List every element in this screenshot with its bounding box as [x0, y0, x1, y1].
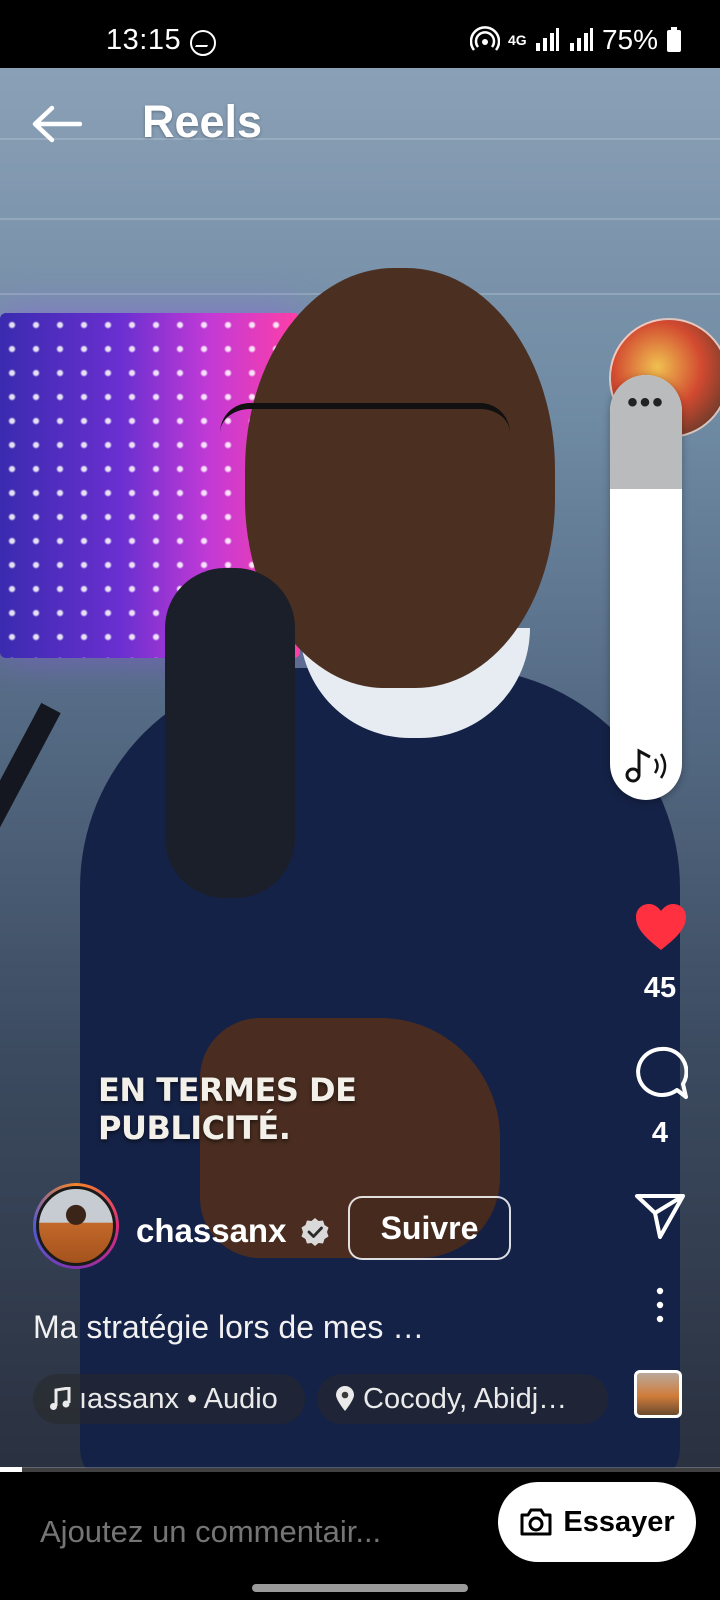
- comment-bar: Essayer: [0, 1472, 720, 1600]
- audio-thumbnail[interactable]: [634, 1370, 682, 1418]
- volume-panel[interactable]: •••: [610, 375, 682, 800]
- avatar[interactable]: [33, 1183, 119, 1269]
- status-indicators: 4G 75%: [469, 24, 682, 56]
- home-indicator[interactable]: [252, 1584, 468, 1592]
- music-volume-icon: [625, 748, 667, 783]
- comment-count: 4: [651, 1117, 669, 1149]
- audio-pill[interactable]: ıassanx • Audio: [33, 1374, 305, 1424]
- location-pin-icon: [336, 1386, 354, 1411]
- caption-line-2: PUBLICITÉ.: [98, 1109, 291, 1147]
- microphone: [165, 568, 295, 898]
- try-label: Essayer: [563, 1505, 675, 1538]
- send-icon[interactable]: [634, 1192, 686, 1240]
- network-type: 4G: [507, 32, 527, 48]
- battery-percent: 75%: [601, 24, 658, 55]
- battery-icon: [667, 27, 681, 52]
- arrow-left-icon[interactable]: [30, 104, 82, 144]
- location-pill[interactable]: Cocody, Abidj…: [317, 1374, 608, 1424]
- music-note-icon: [50, 1387, 71, 1410]
- verified-badge-icon: [301, 1218, 329, 1246]
- wall-line: [0, 218, 720, 220]
- avatar-image: [36, 1186, 116, 1266]
- status-time: 13:15: [106, 24, 182, 56]
- mic-arm: [0, 702, 61, 1208]
- caption-line-1: EN TERMES DE: [98, 1071, 357, 1109]
- heart-icon[interactable]: [634, 902, 688, 952]
- more-dots-icon[interactable]: •••: [610, 388, 682, 418]
- signal-icon: [535, 28, 559, 51]
- signal-icon-2: [569, 28, 593, 51]
- username[interactable]: chassanx: [136, 1212, 286, 1250]
- audio-label: ıassanx • Audio: [79, 1382, 278, 1415]
- wall-line: [0, 138, 720, 140]
- page-title: Reels: [142, 96, 263, 147]
- comment-icon[interactable]: [634, 1046, 688, 1100]
- more-vertical-icon[interactable]: [650, 1285, 670, 1325]
- follow-button[interactable]: Suivre: [348, 1196, 511, 1260]
- location-label: Cocody, Abidj…: [363, 1382, 568, 1415]
- like-count: 45: [643, 972, 677, 1004]
- comment-input[interactable]: [40, 1514, 440, 1550]
- try-button[interactable]: Essayer: [498, 1482, 696, 1562]
- camera-icon: [520, 1508, 552, 1536]
- status-bar: 13:15 4G 75%: [0, 0, 720, 68]
- person-glasses: [220, 403, 510, 473]
- reel-description[interactable]: Ma stratégie lors de mes …: [33, 1309, 424, 1346]
- hotspot-icon: [469, 26, 500, 51]
- video-caption-overlay: EN TERMES DE PUBLICITÉ.: [98, 1071, 357, 1147]
- messenger-icon: [190, 30, 216, 56]
